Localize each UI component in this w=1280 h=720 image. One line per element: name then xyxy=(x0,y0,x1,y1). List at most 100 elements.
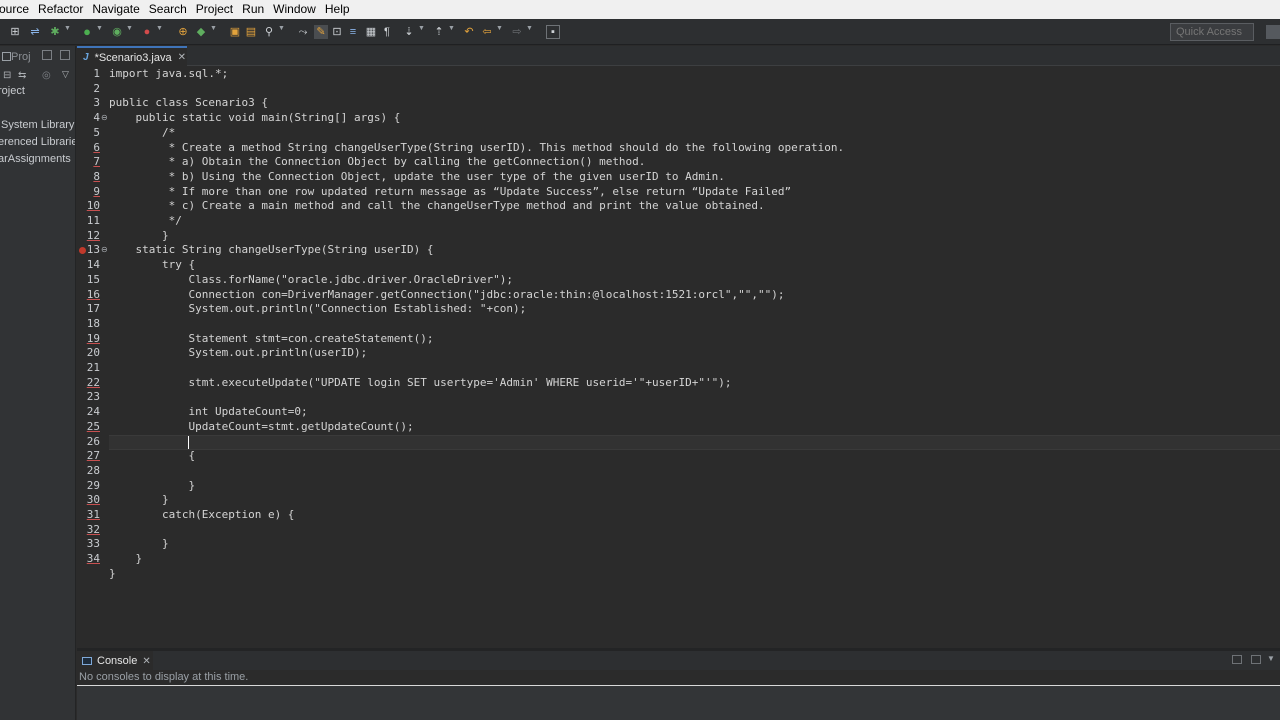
next-annotation-icon[interactable]: ⇣ xyxy=(402,25,416,39)
line-number: 14 xyxy=(86,258,100,272)
close-icon[interactable]: ✕ xyxy=(142,656,150,667)
maximize-icon[interactable] xyxy=(60,50,70,60)
line-number: 20 xyxy=(86,346,100,360)
show-whitespace-icon[interactable]: ¶ xyxy=(380,25,394,39)
code-line: * Create a method String changeUserType(… xyxy=(109,140,845,154)
tree-item-jar-assignments[interactable]: arAssignments xyxy=(0,153,71,165)
console-tab[interactable]: Console ✕ xyxy=(77,651,153,671)
view-menu-icon[interactable]: ▽ xyxy=(62,69,69,80)
line-number: 23 xyxy=(86,390,100,404)
search-icon[interactable]: ⚲ xyxy=(262,25,276,39)
collapse-all-icon[interactable]: ⊟ xyxy=(3,70,11,81)
code-line: import java.sql.*; xyxy=(109,67,229,80)
code-line: public static void main(String[] args) { xyxy=(109,111,401,125)
line-number: 21 xyxy=(86,361,100,374)
package-explorer: Proj ⊟ ⇆ ◎ ▽ roject System Library erenc… xyxy=(0,46,76,720)
package-explorer-tab[interactable]: Proj xyxy=(11,51,31,63)
tree-item-project[interactable]: roject xyxy=(0,85,25,97)
save-icon[interactable]: ⊞ xyxy=(8,25,22,39)
console-tabbar: Console ✕ ▼ xyxy=(77,651,1280,671)
menu-bar: ource Refactor Navigate Search Project R… xyxy=(0,0,1280,19)
back-icon[interactable]: ⇦ xyxy=(480,25,494,39)
word-wrap-icon[interactable]: ≡ xyxy=(346,25,360,39)
chevron-down-icon[interactable]: ▼ xyxy=(1267,654,1275,663)
focus-icon[interactable]: ◎ xyxy=(42,70,51,81)
code-line: } xyxy=(109,537,169,551)
menu-search[interactable]: Search xyxy=(144,0,191,19)
run-icon[interactable]: ● xyxy=(80,25,94,39)
console-body: No consoles to display at this time. xyxy=(77,670,1280,720)
line-number: 6 xyxy=(93,140,100,154)
external-tools-icon[interactable]: ● xyxy=(140,25,154,39)
prev-annotation-icon[interactable]: ⇡ xyxy=(432,25,446,39)
line-number: 18 xyxy=(86,316,100,330)
block-selection-icon[interactable]: ⊡ xyxy=(330,25,344,39)
debug-icon[interactable]: ✱ xyxy=(48,25,62,39)
line-number: 16 xyxy=(86,287,100,301)
perspective-icon[interactable] xyxy=(1266,25,1280,39)
code-line: { xyxy=(109,449,196,463)
coverage-icon[interactable]: ◉ xyxy=(110,25,124,39)
tree-item-referenced-libraries[interactable]: erenced Librarie xyxy=(0,136,75,148)
tree-item-system-library[interactable]: System Library xyxy=(1,119,74,131)
code-line: System.out.println(userID); xyxy=(109,346,368,360)
code-line: Class.forName("oracle.jdbc.driver.Oracle… xyxy=(109,272,513,286)
open-type-icon[interactable]: ▣ xyxy=(228,25,242,39)
line-number: 32 xyxy=(86,522,100,536)
new-java-package-icon[interactable]: ⊕ xyxy=(176,25,190,39)
fold-toggle-icon[interactable]: ⊖ xyxy=(101,111,108,126)
minimize-icon[interactable] xyxy=(42,50,52,60)
code-line: * If more than one row updated return me… xyxy=(109,184,792,198)
whitespace-icon[interactable]: ▦ xyxy=(364,25,378,39)
menu-source[interactable]: ource xyxy=(0,0,33,19)
menu-help[interactable]: Help xyxy=(320,0,354,19)
editor-tab-scenario3[interactable]: J *Scenario3.java ✕ xyxy=(77,46,187,67)
editor-tabbar: J *Scenario3.java ✕ xyxy=(77,46,1280,67)
last-edit-icon[interactable]: ↶ xyxy=(462,25,476,39)
fold-toggle-icon[interactable]: ⊖ xyxy=(101,243,108,258)
menu-refactor[interactable]: Refactor xyxy=(33,0,87,19)
line-number: 30 xyxy=(86,493,100,507)
code-line: int UpdateCount=0; xyxy=(109,405,308,419)
line-number: 1 xyxy=(93,67,100,80)
pin-editor-icon[interactable]: ▪ xyxy=(546,25,560,39)
line-number: 9 xyxy=(93,184,100,198)
line-number: 2 xyxy=(93,81,100,95)
code-line: * b) Using the Connection Object, update… xyxy=(109,169,725,183)
code-line: * c) Create a main method and call the c… xyxy=(109,199,765,213)
forward-icon[interactable]: ⇨ xyxy=(510,25,524,39)
new-java-class-icon[interactable]: ◆ xyxy=(194,25,208,39)
code-line: * a) Obtain the Connection Object by cal… xyxy=(109,155,646,169)
line-number: 33 xyxy=(86,537,100,551)
menu-navigate[interactable]: Navigate xyxy=(87,0,143,19)
console-tab-label: Console xyxy=(97,655,138,667)
menu-project[interactable]: Project xyxy=(191,0,237,19)
console-maximize-icon[interactable] xyxy=(1251,655,1261,664)
link-editor-icon[interactable]: ⇆ xyxy=(18,70,26,81)
console-minimize-icon[interactable] xyxy=(1232,655,1242,664)
line-number: 31 xyxy=(86,508,100,521)
line-number: 10 xyxy=(86,199,100,213)
line-number: 29 xyxy=(86,478,100,492)
line-number: 24 xyxy=(86,405,100,419)
java-file-icon: J xyxy=(83,52,89,63)
menu-window[interactable]: Window xyxy=(268,0,320,19)
line-number: 25 xyxy=(86,419,100,433)
skip-breakpoints-icon[interactable]: ⇌ xyxy=(28,25,42,39)
line-number: 8 xyxy=(93,169,100,183)
open-task-icon[interactable]: ▤ xyxy=(244,25,258,39)
menu-run[interactable]: Run xyxy=(237,0,268,19)
code-line: stmt.executeUpdate("UPDATE login SET use… xyxy=(109,375,732,389)
quick-access-input[interactable] xyxy=(1170,23,1254,41)
code-line: static String changeUserType(String user… xyxy=(109,243,434,257)
code-editor[interactable]: 1 2 3 4 ⊖ 5 6 7 8 9 10 11 12 13 ⊖ 14 15 16 17 18 19 20 21 22 23 2… xyxy=(77,66,1280,648)
code-line: System.out.println("Connection Establish… xyxy=(109,302,527,316)
line-number: 22 xyxy=(86,375,100,389)
close-icon[interactable]: ✕ xyxy=(178,52,186,63)
code-line: } xyxy=(109,228,169,242)
text-caret xyxy=(188,436,189,449)
line-number: 34 xyxy=(86,552,100,566)
code-line: */ xyxy=(109,214,182,227)
toggle-breadcrumb-icon[interactable]: ⤳ xyxy=(296,25,310,39)
mark-occurrences-icon[interactable]: ✎ xyxy=(314,25,328,39)
